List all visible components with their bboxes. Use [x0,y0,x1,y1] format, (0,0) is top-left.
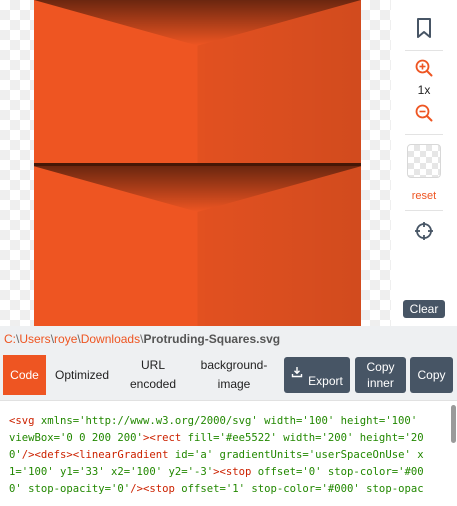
center-view-button[interactable] [391,220,457,242]
code-token-tag: /><stop [130,483,182,495]
tab-optimized[interactable]: Optimized [48,355,116,395]
code-token-tag: ><rect [142,432,188,444]
bookmark-icon [417,18,431,38]
toolbar-divider [405,210,443,211]
code-token-tag: ><stop [213,466,258,478]
code-token-attr: 0' [9,449,22,461]
code-token-attr: xmlns='http://www.w3.org/2000/svg' width… [40,415,418,427]
path-segment-user[interactable]: roye [54,332,77,346]
file-path-breadcrumb: C:\Users\roye\Downloads\Protruding-Squar… [0,326,457,352]
code-token-tag: <svg [9,415,41,427]
export-button[interactable]: Export [284,357,350,393]
zoom-in-icon [415,59,433,77]
code-token-attr: offset='1' stop-color='#000' stop-opac [181,483,424,495]
toolbar-divider [405,50,443,51]
code-token-attr: offset='0' stop-color='#00 [257,466,424,478]
copy-button[interactable]: Copy [410,357,453,393]
code-token-attr: id='a' gradientUnits='userSpaceOnUse' x [174,449,424,461]
background-color-swatch[interactable] [407,144,441,178]
toolbar-divider [405,134,443,135]
protruding-squares-artwork [34,0,361,326]
copy-inner-button[interactable]: Copy inner [355,357,406,393]
code-token-attr: 1='100' y1='33' x2='100' y2='-3' [9,466,214,478]
path-filename: Protruding-Squares.svg [143,332,281,346]
path-segment-drive[interactable]: C: [4,332,16,346]
path-segment-downloads[interactable]: Downloads [81,332,140,346]
zoom-out-icon [415,104,433,122]
bookmark-button[interactable] [391,14,457,42]
svg-preview-canvas[interactable] [0,0,391,326]
download-icon [291,367,303,378]
preview-toolbar: 1x reset Clear [391,0,457,326]
svg-source-code[interactable]: <svg xmlns='http://www.w3.org/2000/svg' … [0,400,457,506]
tab-background-image[interactable]: background-image [190,355,278,395]
code-token-tag: /><defs><linearGradient [21,449,175,461]
clear-button[interactable]: Clear [403,300,445,318]
svg-viewer-app: 1x reset Clear C:\Users\roye\Downloads\P… [0,0,457,506]
reset-background-link[interactable]: reset [391,190,457,202]
zoom-in-button[interactable] [391,58,457,78]
export-label: Export [308,374,343,388]
code-view-tabs: Code Optimized URL encoded background-im… [0,352,457,400]
zoom-level-label: 1x [417,83,431,97]
path-segment-users[interactable]: Users [19,332,50,346]
code-token-attr: fill='#ee5522' width='200' height='20 [187,432,424,444]
crosshair-icon [415,222,433,240]
code-scrollbar[interactable] [451,405,456,443]
tab-code[interactable]: Code [3,355,46,395]
code-token-attr: 0' stop-opacity='0' [9,483,131,495]
code-text: <svg xmlns='http://www.w3.org/2000/svg' … [9,413,443,498]
code-token-attr: viewBox='0 0 200 200' [9,432,143,444]
tab-url-encoded[interactable]: URL encoded [120,355,186,395]
zoom-out-button[interactable] [391,103,457,123]
